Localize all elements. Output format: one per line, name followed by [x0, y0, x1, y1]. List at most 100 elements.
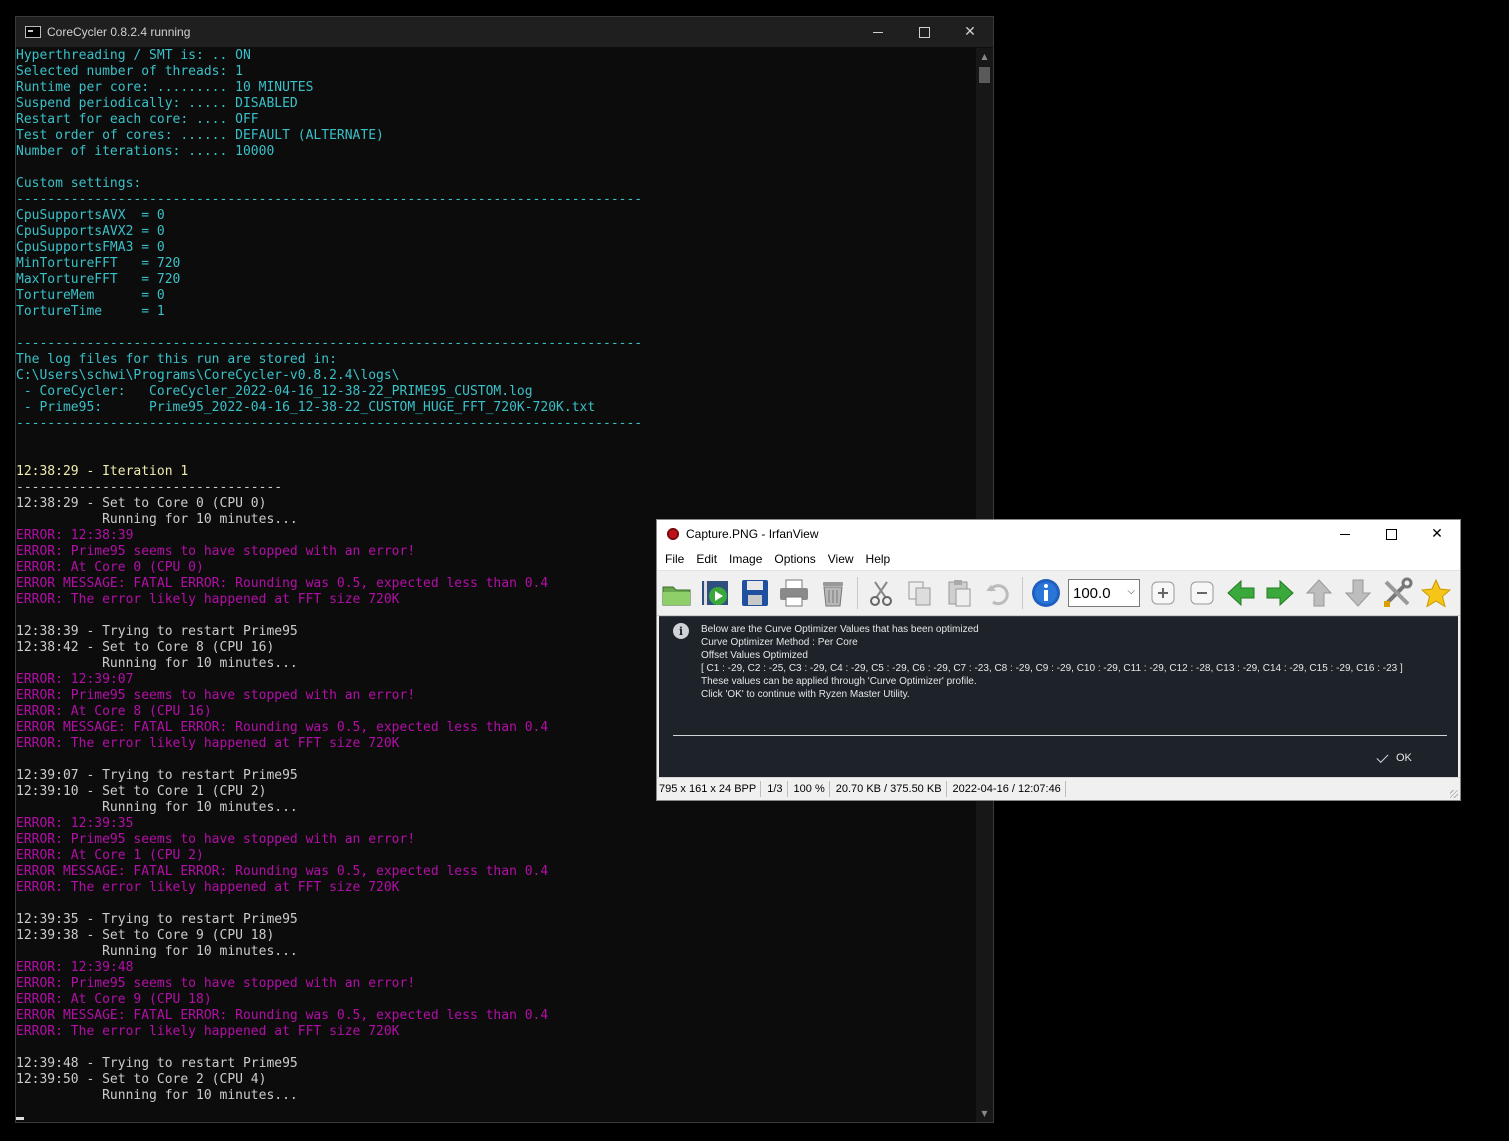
print-icon	[780, 579, 808, 607]
console-line: ERROR: At Core 9 (CPU 18)	[16, 992, 212, 1007]
arrow-right-icon	[1266, 579, 1294, 607]
canvas-top-line	[659, 616, 1458, 617]
ok-button: OK	[1376, 749, 1425, 767]
console-line: CpuSupportsAVX2 = 0	[16, 224, 165, 239]
menu-image[interactable]: Image	[723, 552, 768, 566]
console-line: Test order of cores: ...... DEFAULT (ALT…	[16, 128, 384, 143]
console-line: ----------------------------------------…	[16, 192, 643, 207]
status-image-index: 1/3	[765, 781, 788, 797]
paste-icon	[948, 580, 971, 607]
folder-open-icon	[662, 586, 691, 606]
close-icon: ✕	[1431, 526, 1443, 542]
slideshow-button[interactable]	[699, 576, 733, 610]
menu-help[interactable]: Help	[860, 552, 897, 566]
zoom-out-button[interactable]	[1185, 576, 1219, 610]
console-line: The log files for this run are stored in…	[16, 352, 337, 367]
delete-button[interactable]	[816, 576, 850, 610]
status-zoom: 100 %	[792, 781, 830, 797]
console-line: 12:39:38 - Set to Core 9 (CPU 18)	[16, 928, 275, 943]
console-title: CoreCycler 0.8.2.4 running	[47, 25, 191, 39]
console-line: ERROR: Prime95 seems to have stopped wit…	[16, 976, 416, 991]
zoom-value: 100.0	[1073, 584, 1111, 602]
print-button[interactable]	[777, 576, 811, 610]
console-line: Running for 10 minutes...	[16, 944, 298, 959]
info-icon	[1032, 579, 1060, 607]
save-button[interactable]	[738, 576, 772, 610]
message-line: [ C1 : -29, C2 : -25, C3 : -29, C4 : -29…	[701, 663, 1403, 674]
undo-icon	[986, 584, 1009, 606]
resize-grip-icon[interactable]	[1450, 790, 1458, 798]
arrow-left-icon	[1227, 579, 1255, 607]
console-line: C:\Users\schwi\Programs\CoreCycler-v0.8.…	[16, 368, 400, 383]
console-line: ERROR: The error likely happened at FFT …	[16, 880, 400, 895]
open-button[interactable]	[660, 576, 694, 610]
toolbar-separator	[857, 577, 858, 609]
maximize-button[interactable]	[1368, 520, 1414, 548]
menu-file[interactable]: File	[659, 552, 690, 566]
info-button[interactable]	[1029, 576, 1063, 610]
scroll-thumb[interactable]	[979, 67, 990, 83]
scroll-up-icon[interactable]: ▲	[976, 48, 993, 65]
undo-button[interactable]	[981, 576, 1015, 610]
menu-options[interactable]: Options	[768, 552, 821, 566]
console-line: Runtime per core: ......... 10 MINUTES	[16, 80, 314, 95]
favorites-button[interactable]	[1419, 576, 1453, 610]
chevron-down-icon: ⌵	[1127, 586, 1135, 597]
console-line: ERROR: Prime95 seems to have stopped wit…	[16, 832, 416, 847]
maximize-button[interactable]	[901, 17, 947, 47]
console-line: ERROR MESSAGE: FATAL ERROR: Rounding was…	[16, 1008, 549, 1023]
console-titlebar[interactable]: CoreCycler 0.8.2.4 running ✕	[16, 17, 993, 47]
console-line: Restart for each core: .... OFF	[16, 112, 259, 127]
move-down-button[interactable]	[1341, 576, 1375, 610]
trash-icon	[823, 582, 843, 607]
close-button[interactable]: ✕	[947, 17, 993, 47]
message-line: Click 'OK' to continue with Ryzen Master…	[701, 689, 910, 700]
console-line: 12:38:29 - Set to Core 0 (CPU 0)	[16, 496, 267, 511]
scroll-down-icon[interactable]: ▼	[976, 1105, 993, 1122]
zoom-select[interactable]: 100.0 ⌵	[1068, 579, 1140, 607]
console-line: ----------------------------------	[16, 480, 283, 495]
console-line: Selected number of threads: 1	[16, 64, 243, 79]
message-line: Curve Optimizer Method : Per Core	[701, 637, 858, 648]
info-icon: i	[673, 623, 689, 639]
irfanview-app-icon	[666, 527, 680, 541]
previous-image-button[interactable]	[1224, 576, 1258, 610]
move-up-button[interactable]	[1302, 576, 1336, 610]
properties-button[interactable]	[1380, 576, 1414, 610]
console-line: - CoreCycler: CoreCycler_2022-04-16_12-3…	[16, 384, 533, 399]
cut-button[interactable]	[864, 576, 898, 610]
console-line: Running for 10 minutes...	[16, 1088, 298, 1103]
minimize-icon	[873, 31, 883, 33]
slideshow-icon	[702, 581, 728, 605]
close-button[interactable]: ✕	[1414, 520, 1460, 548]
zoom-in-button[interactable]	[1146, 576, 1180, 610]
paste-button[interactable]	[942, 576, 976, 610]
menu-view[interactable]: View	[822, 552, 860, 566]
irfanview-titlebar[interactable]: Capture.PNG - IrfanView ✕	[657, 520, 1460, 548]
console-line: ERROR: 12:39:35	[16, 816, 134, 831]
menu-edit[interactable]: Edit	[690, 552, 723, 566]
minimize-button[interactable]	[855, 17, 901, 47]
zoom-in-icon	[1151, 581, 1175, 605]
message-line: These values can be applied through 'Cur…	[701, 676, 977, 687]
minimize-button[interactable]	[1322, 520, 1368, 548]
image-canvas[interactable]: i Below are the Curve Optimizer Values t…	[659, 616, 1458, 777]
toolbar: 100.0 ⌵	[657, 570, 1460, 616]
maximize-icon	[1385, 528, 1397, 540]
toolbar-separator	[1022, 577, 1023, 609]
console-line: TortureMem = 0	[16, 288, 165, 303]
save-icon	[742, 580, 768, 606]
console-line: - Prime95: Prime95_2022-04-16_12-38-22_C…	[16, 400, 596, 415]
curve-optimizer-message: Below are the Curve Optimizer Values tha…	[701, 623, 1421, 701]
menu-bar: File Edit Image Options View Help	[657, 548, 1460, 570]
console-line: 12:39:35 - Trying to restart Prime95	[16, 912, 298, 927]
console-cursor	[16, 1104, 976, 1120]
star-icon	[1421, 578, 1451, 608]
next-image-button[interactable]	[1263, 576, 1297, 610]
copy-button[interactable]	[903, 576, 937, 610]
checkmark-icon	[1376, 750, 1389, 763]
